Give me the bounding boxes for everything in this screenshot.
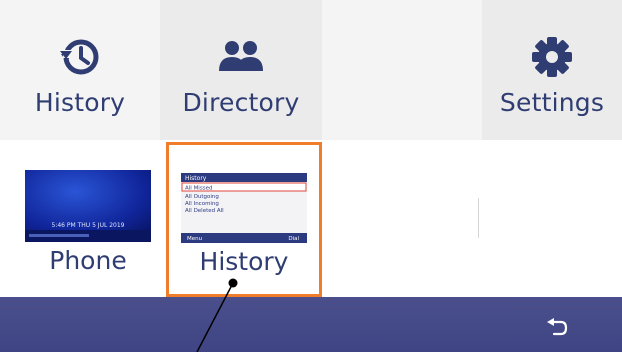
phone-app-label: Phone xyxy=(49,246,127,275)
history-thumb-header: History xyxy=(185,175,207,182)
divider xyxy=(478,198,479,238)
history-tab-label: History xyxy=(34,88,126,117)
empty-tab xyxy=(322,0,482,140)
history-thumb-item-3: All Incoming xyxy=(185,201,219,207)
history-thumb-item-2: All Outgoing xyxy=(185,194,219,200)
settings-tab-label: Settings xyxy=(499,88,605,117)
back-icon[interactable] xyxy=(546,318,568,336)
history-thumb-item-4: All Deleted All xyxy=(185,208,224,214)
bottom-bar xyxy=(0,297,622,352)
history-thumbnail: History All Missed All Outgoing All Inco… xyxy=(181,173,307,243)
history-tab[interactable]: History xyxy=(0,0,160,140)
phone-thumb-time: 5:46 PM THU 5 JUL 2019 xyxy=(52,222,125,229)
history-thumb-item-1: All Missed xyxy=(185,186,212,192)
people-icon xyxy=(218,34,264,80)
phone-thumbnail: 5:46 PM THU 5 JUL 2019 xyxy=(25,170,151,242)
history-icon xyxy=(57,34,103,80)
history-app-selected[interactable]: History All Missed All Outgoing All Inco… xyxy=(166,142,322,297)
history-thumb-footer-left: Menu xyxy=(187,236,202,242)
directory-tab[interactable]: Directory xyxy=(160,0,322,140)
settings-tab[interactable]: Settings xyxy=(482,0,622,140)
directory-tab-label: Directory xyxy=(182,88,300,117)
history-thumb-footer-right: Dial xyxy=(288,236,299,242)
history-app-label: History xyxy=(199,247,289,276)
gear-icon xyxy=(529,34,575,80)
phone-app[interactable]: 5:46 PM THU 5 JUL 2019 Phone xyxy=(8,140,168,297)
top-menu-bar: History Directory Settings xyxy=(0,0,622,140)
